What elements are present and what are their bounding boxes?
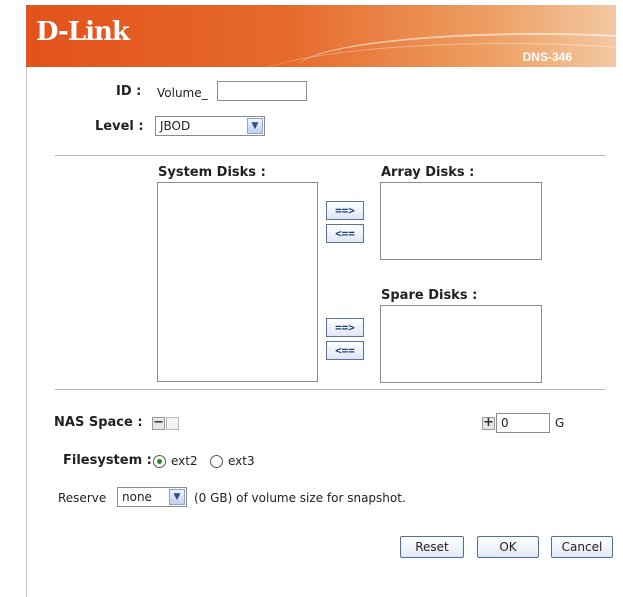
filesystem-label: Filesystem : [63,453,152,468]
array-disks-label: Array Disks : [381,165,475,180]
header-banner: D-Link DNS-346 [26,5,616,67]
remove-from-spare-button[interactable]: <== [326,341,364,360]
id-label: ID : [116,84,142,99]
nas-space-input[interactable]: 0 [496,413,550,433]
nas-space-slider-track[interactable] [166,417,179,430]
cancel-button[interactable]: Cancel [551,536,613,558]
spare-disks-list[interactable] [380,305,542,383]
system-disks-list[interactable] [157,182,318,382]
reserve-select[interactable]: none ▼ [117,487,187,507]
left-border [26,67,27,597]
add-to-array-button[interactable]: ==> [326,201,364,220]
reserve-label: Reserve [58,491,107,505]
radio-ext3[interactable] [210,455,223,468]
reset-button[interactable]: Reset [400,536,464,558]
system-disks-label: System Disks : [158,165,266,180]
nas-space-unit: G [555,416,565,430]
nas-space-label: NAS Space : [54,415,143,430]
level-value: JBOD [160,119,191,133]
divider [55,389,605,390]
ok-button[interactable]: OK [477,536,539,558]
minus-icon[interactable]: − [152,416,165,430]
radio-ext2[interactable] [153,455,166,468]
array-disks-list[interactable] [380,182,542,260]
divider [55,155,605,156]
add-to-spare-button[interactable]: ==> [326,318,364,337]
id-prefix: Volume_ [157,86,208,100]
model-name: DNS-346 [522,50,572,64]
spare-disks-label: Spare Disks : [381,288,478,303]
chevron-down-icon[interactable]: ▼ [169,489,185,505]
radio-ext3-label: ext3 [228,454,255,468]
volume-id-input[interactable] [217,81,307,101]
reserve-suffix: (0 GB) of volume size for snapshot. [194,491,406,505]
chevron-down-icon[interactable]: ▼ [247,118,263,134]
radio-ext2-label: ext2 [171,454,198,468]
remove-from-array-button[interactable]: <== [326,224,364,243]
plus-icon[interactable]: + [482,416,495,430]
level-label: Level : [95,119,144,134]
reserve-value: none [122,490,152,504]
brand-logo: D-Link [36,17,130,47]
level-select[interactable]: JBOD ▼ [155,116,265,136]
